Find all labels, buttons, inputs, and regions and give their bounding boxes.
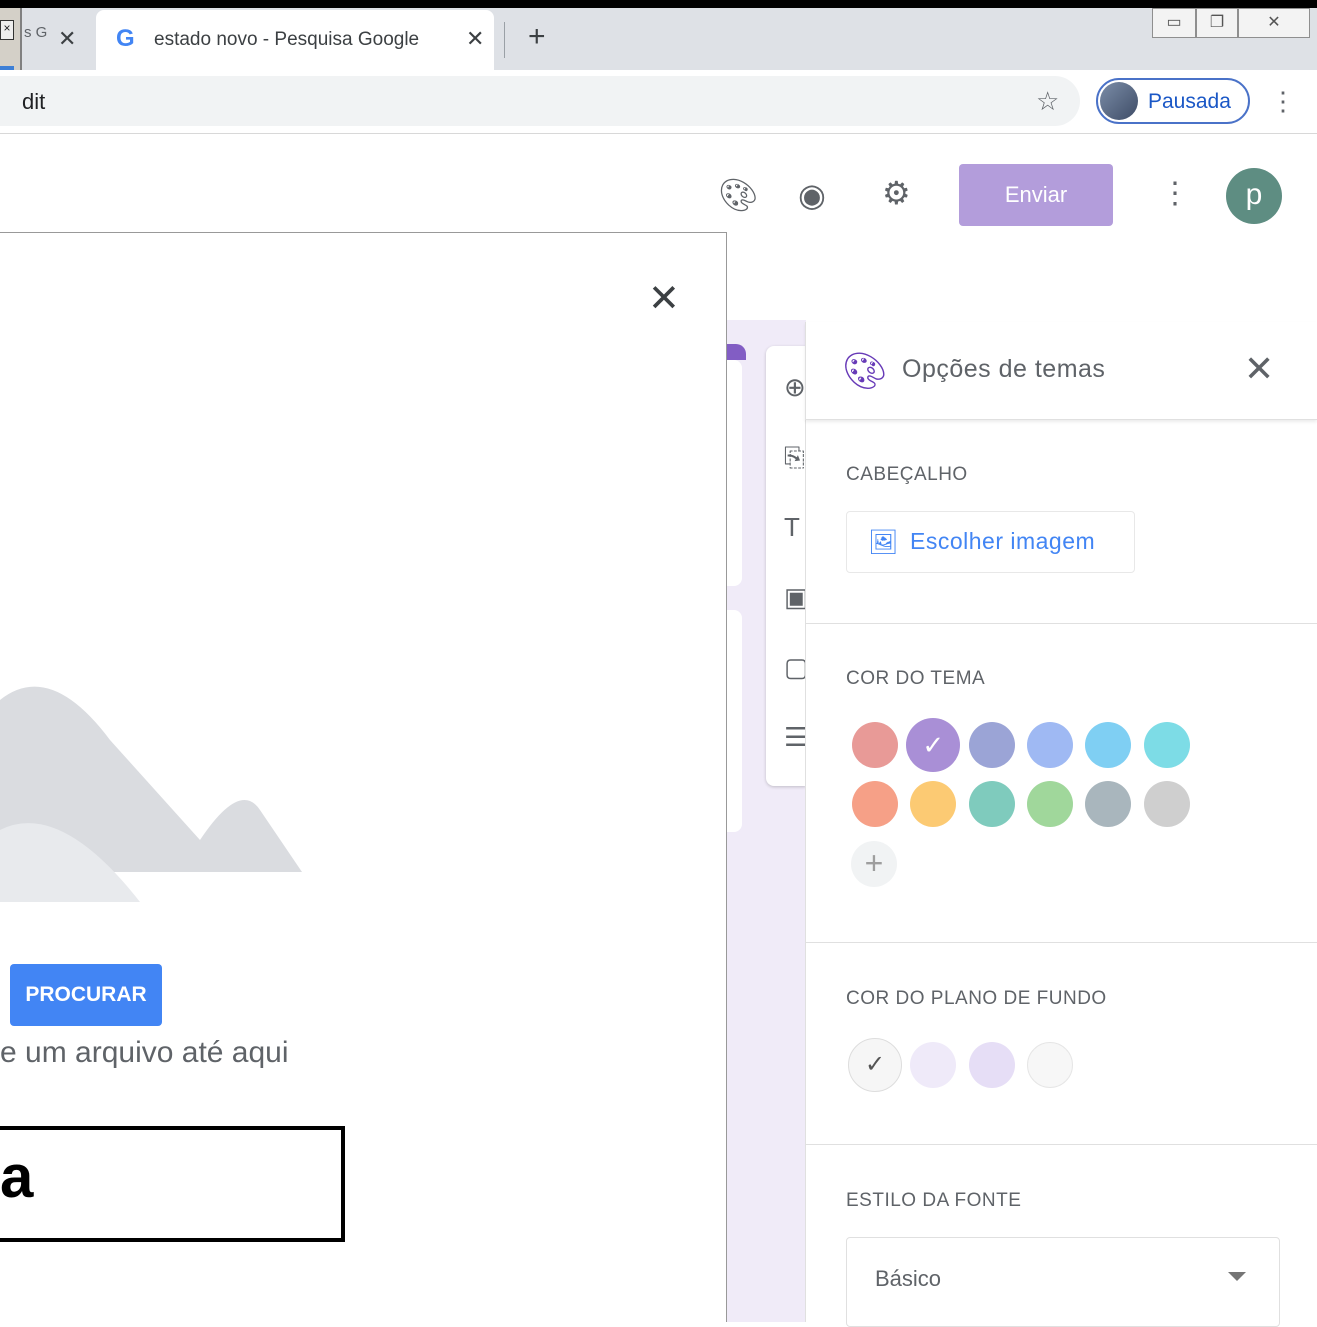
- background-color-swatch[interactable]: [968, 1042, 1015, 1088]
- google-g-icon: G: [116, 25, 135, 52]
- theme-color-swatch-selected[interactable]: ✓: [906, 718, 961, 772]
- dialog-close-icon[interactable]: ✕: [648, 276, 680, 321]
- tab-active-title[interactable]: estado novo - Pesquisa Google: [154, 29, 419, 51]
- account-avatar[interactable]: p: [1226, 168, 1282, 224]
- theme-color-swatch[interactable]: [1143, 781, 1190, 827]
- add-question-icon[interactable]: ⊕: [784, 372, 806, 403]
- minimize-icon[interactable]: ▭: [1152, 8, 1196, 38]
- gear-icon[interactable]: ⚙: [882, 174, 911, 212]
- more-options-icon[interactable]: ⋮: [1160, 176, 1190, 211]
- theme-panel-close-icon[interactable]: ✕: [1244, 348, 1274, 390]
- theme-color-swatch[interactable]: [968, 722, 1015, 768]
- background-color-label: COR DO PLANO DE FUNDO: [846, 988, 1107, 1009]
- theme-color-swatch[interactable]: [910, 781, 957, 827]
- theme-color-swatch[interactable]: [1026, 722, 1073, 768]
- question-toolbar: [766, 346, 806, 786]
- browser-menu-icon[interactable]: ⋮: [1270, 86, 1296, 117]
- theme-color-label: COR DO TEMA: [846, 668, 986, 689]
- import-icon[interactable]: ⎘: [784, 442, 805, 474]
- background-color-swatch[interactable]: [1026, 1042, 1073, 1088]
- address-bar[interactable]: [0, 76, 1080, 126]
- theme-palette-icon: 🎨︎: [842, 350, 888, 391]
- bookmark-star-icon[interactable]: ☆: [1036, 86, 1059, 117]
- palette-icon[interactable]: 🎨︎: [718, 176, 759, 214]
- profile-sync-label: Pausada: [1148, 90, 1231, 113]
- section-divider: [805, 623, 1317, 624]
- title-icon[interactable]: T: [784, 512, 800, 543]
- theme-color-swatch[interactable]: [968, 781, 1015, 827]
- theme-color-swatch[interactable]: [1143, 722, 1190, 768]
- background-color-swatch[interactable]: [910, 1042, 957, 1088]
- font-style-value: Básico: [875, 1266, 942, 1291]
- profile-avatar-icon: [1100, 82, 1138, 120]
- restore-icon[interactable]: ❐: [1196, 8, 1238, 38]
- eye-icon[interactable]: ◉: [798, 176, 826, 214]
- image-icon: 🖼︎: [868, 529, 899, 556]
- background-window-close-icon[interactable]: ×: [0, 20, 14, 40]
- section-divider: [805, 1144, 1317, 1145]
- theme-color-swatch[interactable]: [852, 781, 898, 827]
- chevron-down-icon[interactable]: [1228, 1272, 1246, 1281]
- add-custom-color-button[interactable]: +: [851, 841, 897, 887]
- tab-separator: [504, 22, 505, 58]
- background-color-swatch-selected[interactable]: ✓: [848, 1038, 902, 1092]
- upload-illustration: [0, 686, 302, 902]
- annotation-text: a: [0, 1143, 34, 1210]
- font-style-label: ESTILO DA FONTE: [846, 1190, 1022, 1211]
- tab-active-close-icon[interactable]: ✕: [466, 26, 484, 52]
- window-controls: ▭ ❐ ✕: [1152, 8, 1312, 38]
- tab-previous-close-icon[interactable]: ✕: [58, 26, 76, 52]
- theme-color-swatch[interactable]: [1026, 781, 1073, 827]
- form-header-accent: [726, 344, 746, 360]
- section-divider: [805, 942, 1317, 943]
- theme-color-swatch[interactable]: [1085, 722, 1132, 768]
- theme-color-swatch[interactable]: [852, 722, 898, 768]
- header-section-label: CABEÇALHO: [846, 464, 968, 485]
- section-icon[interactable]: ☰: [784, 722, 807, 753]
- choose-image-label[interactable]: Escolher imagem: [910, 528, 1095, 555]
- close-window-icon[interactable]: ✕: [1238, 8, 1310, 38]
- window-top-border: [0, 0, 1317, 8]
- browse-button[interactable]: PROCURAR: [10, 964, 162, 1026]
- theme-color-swatch[interactable]: [1085, 781, 1132, 827]
- send-button[interactable]: Enviar: [959, 164, 1113, 226]
- new-tab-icon[interactable]: +: [528, 20, 546, 54]
- address-bar-text[interactable]: dit: [22, 89, 45, 115]
- drag-file-text: e um arquivo até aqui: [0, 1036, 289, 1069]
- annotation-box: [0, 1126, 345, 1242]
- theme-panel-title: Opções de temas: [902, 355, 1106, 383]
